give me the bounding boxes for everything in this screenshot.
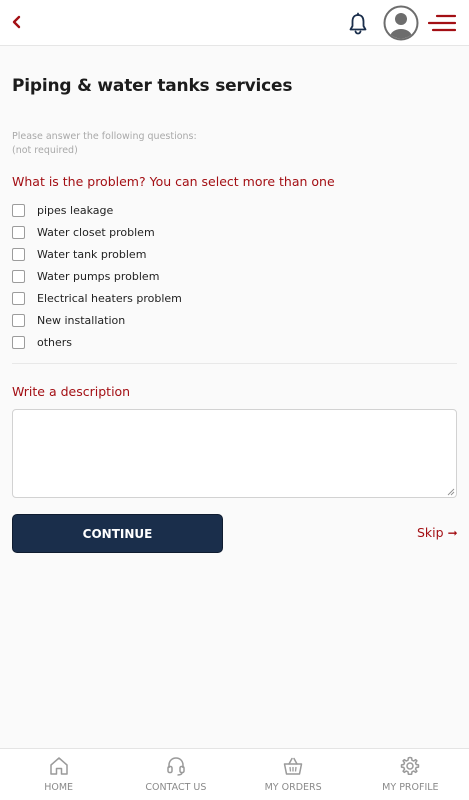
nav-label: MY PROFILE bbox=[382, 782, 439, 793]
option-others[interactable]: others bbox=[12, 334, 72, 350]
skip-label: Skip bbox=[417, 525, 444, 540]
nav-my-orders[interactable]: MY ORDERS bbox=[235, 749, 352, 800]
checkbox[interactable] bbox=[12, 291, 25, 305]
bottom-nav: HOME CONTACT US MY ORDERS MY PROFILE bbox=[0, 748, 469, 800]
headset-icon bbox=[167, 757, 185, 776]
avatar[interactable] bbox=[383, 5, 419, 41]
notifications-button[interactable] bbox=[346, 12, 370, 36]
option-new-installation[interactable]: New installation bbox=[12, 312, 125, 328]
option-label: Water pumps problem bbox=[37, 269, 160, 283]
page-title: Piping & water tanks services bbox=[12, 76, 293, 96]
menu-button[interactable] bbox=[427, 14, 457, 32]
nav-my-profile[interactable]: MY PROFILE bbox=[352, 749, 469, 800]
top-bar bbox=[0, 0, 469, 46]
basket-icon bbox=[283, 757, 303, 775]
description-textarea[interactable] bbox=[12, 409, 457, 498]
option-label: New installation bbox=[37, 313, 126, 327]
arrow-right-icon: ➞ bbox=[447, 525, 458, 540]
option-pipes-leakage[interactable]: pipes leakage bbox=[12, 202, 113, 218]
nav-label: HOME bbox=[44, 782, 74, 793]
chevron-left-icon bbox=[12, 15, 21, 29]
option-water-pumps-problem[interactable]: Water pumps problem bbox=[12, 268, 159, 284]
option-label: Water tank problem bbox=[37, 247, 147, 261]
checkbox[interactable] bbox=[12, 269, 25, 283]
bell-icon bbox=[349, 12, 367, 35]
option-label: Electrical heaters problem bbox=[37, 291, 182, 305]
gear-icon bbox=[401, 756, 420, 775]
description-label: Write a description bbox=[12, 384, 131, 399]
divider bbox=[12, 363, 457, 364]
question-label: What is the problem? You can select more… bbox=[12, 174, 335, 189]
checkbox[interactable] bbox=[12, 313, 25, 327]
back-button[interactable] bbox=[8, 11, 26, 33]
checkbox[interactable] bbox=[12, 335, 25, 349]
checkbox[interactable] bbox=[12, 203, 25, 217]
home-icon bbox=[49, 757, 68, 775]
not-required-note: (not required) bbox=[12, 145, 78, 156]
continue-button[interactable]: CONTINUE bbox=[12, 514, 223, 553]
option-water-closet-problem[interactable]: Water closet problem bbox=[12, 224, 155, 240]
nav-label: CONTACT US bbox=[145, 782, 207, 793]
hamburger-menu-icon bbox=[427, 14, 457, 32]
skip-link[interactable]: Skip ➞ bbox=[417, 525, 458, 540]
nav-label: MY ORDERS bbox=[264, 782, 322, 793]
option-water-tank-problem[interactable]: Water tank problem bbox=[12, 246, 146, 262]
checkbox[interactable] bbox=[12, 225, 25, 239]
option-label: Water closet problem bbox=[37, 225, 155, 239]
user-avatar-icon bbox=[383, 5, 419, 41]
nav-home[interactable]: HOME bbox=[0, 749, 117, 800]
nav-contact-us[interactable]: CONTACT US bbox=[117, 749, 234, 800]
option-label: others bbox=[37, 335, 73, 349]
option-label: pipes leakage bbox=[37, 203, 114, 217]
option-electrical-heaters-problem[interactable]: Electrical heaters problem bbox=[12, 290, 182, 306]
hint-text: Please answer the following questions: bbox=[12, 131, 197, 142]
checkbox[interactable] bbox=[12, 247, 25, 261]
